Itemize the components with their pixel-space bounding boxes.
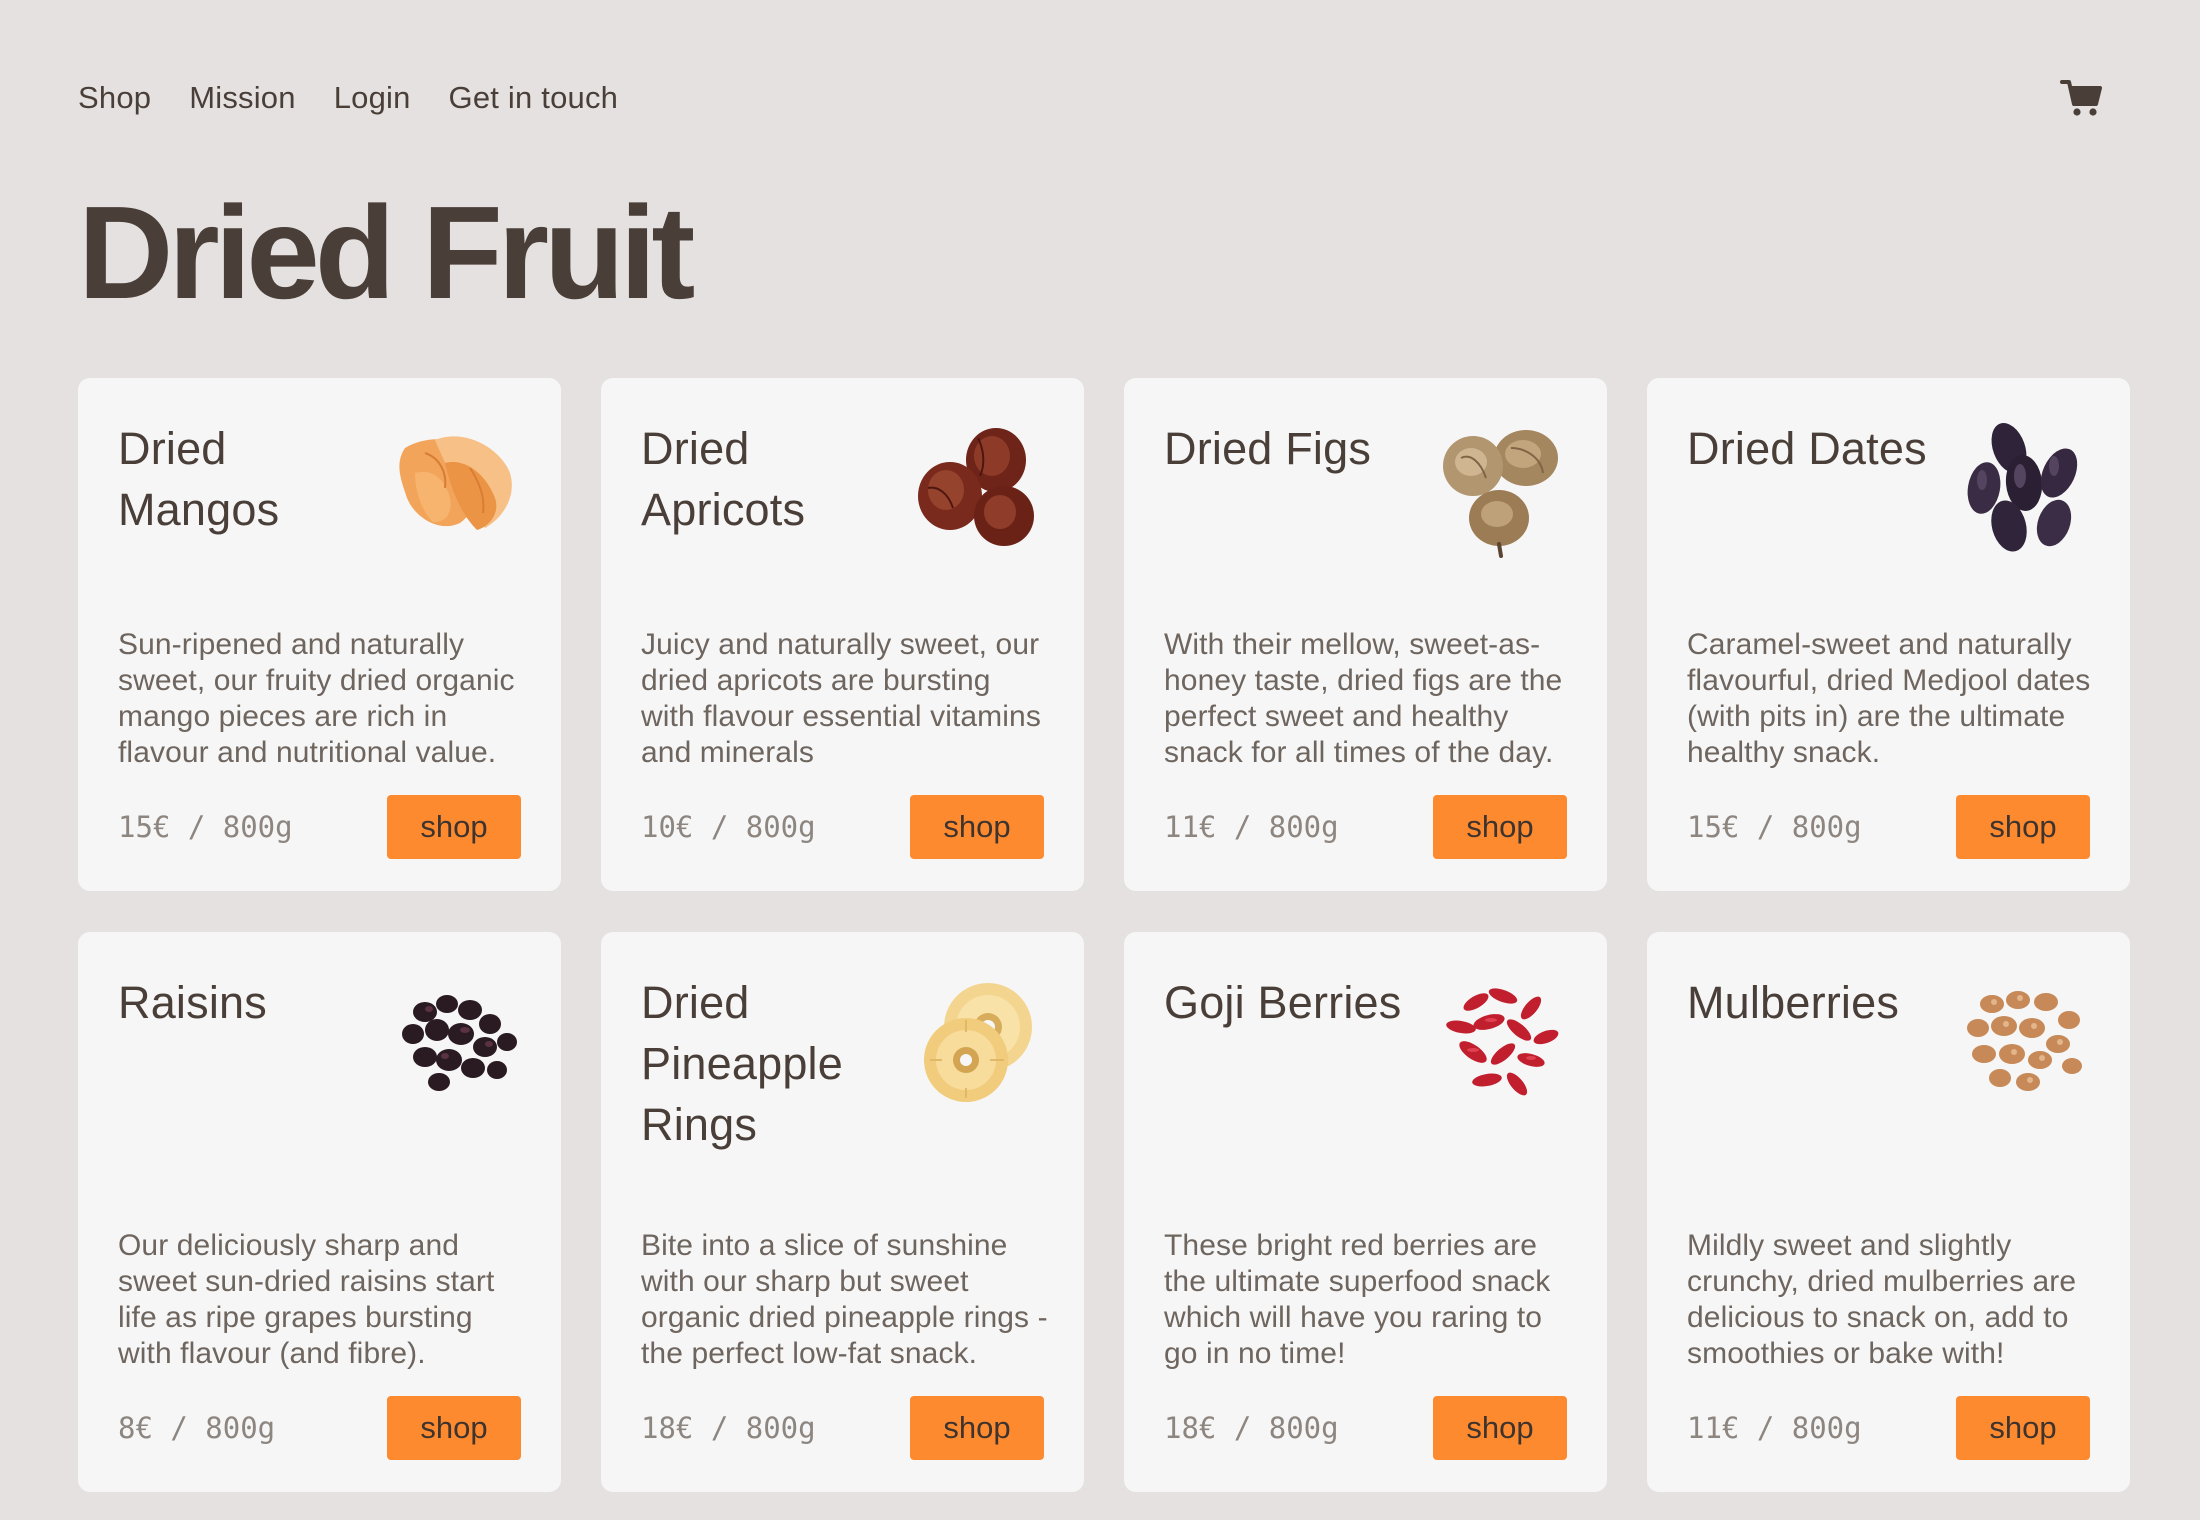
product-description: Juicy and naturally sweet, our dried apr…	[641, 628, 1041, 769]
shop-button[interactable]: shop	[1956, 795, 2090, 859]
card-header: Raisins	[118, 972, 521, 1132]
shop-button[interactable]: shop	[910, 1396, 1044, 1460]
product-title: Dried Pineapple Rings	[641, 977, 843, 1150]
product-title: Dried Mangos	[118, 423, 280, 535]
main-nav: Shop Mission Login Get in touch	[78, 80, 618, 116]
product-card-dried-figs: Dried Figs With their mellow, sweet-as-h…	[1124, 378, 1607, 891]
card-footer: 11€ / 800g shop	[1687, 1396, 2090, 1460]
shop-button[interactable]: shop	[387, 795, 521, 859]
product-title: Dried Dates	[1687, 423, 1927, 474]
dried-mango-image	[399, 436, 512, 530]
product-title: Goji Berries	[1164, 977, 1402, 1028]
card-footer: 11€ / 800g shop	[1164, 795, 1567, 859]
product-price: 15€ / 800g	[1687, 810, 1862, 844]
product-description: With their mellow, sweet-as-honey taste,…	[1164, 628, 1563, 769]
nav-shop-link[interactable]: Shop	[78, 80, 151, 116]
product-card-dried-pineapple-rings: Dried Pineapple Rings Bite into a slice …	[601, 932, 1084, 1492]
card-header: Goji Berries	[1164, 972, 1567, 1132]
card-footer: 8€ / 800g shop	[118, 1396, 521, 1460]
product-title: Dried Apricots	[641, 423, 806, 535]
raisin-image	[402, 995, 517, 1091]
shopping-cart-icon[interactable]	[2054, 70, 2110, 126]
dried-apricot-image	[918, 428, 1034, 546]
product-card-dried-dates: Dried Dates Caramel-sweet and naturally …	[1647, 378, 2130, 891]
nav-login-link[interactable]: Login	[334, 80, 411, 116]
card-footer: 18€ / 800g shop	[641, 1396, 1044, 1460]
card-footer: 15€ / 800g shop	[118, 795, 521, 859]
product-description: Caramel-sweet and naturally flavourful, …	[1687, 628, 2091, 769]
product-price: 11€ / 800g	[1687, 1411, 1862, 1445]
card-header: Dried Mangos	[118, 418, 521, 578]
product-description: Our deliciously sharp and sweet sun-drie…	[118, 1229, 495, 1370]
product-card-mulberries: Mulberries Mildly sweet and slightly cru…	[1647, 932, 2130, 1492]
product-card-dried-mangos: Dried Mangos Sun-ripened and naturally s…	[78, 378, 561, 891]
product-description: These bright red berries are the ultimat…	[1164, 1229, 1551, 1370]
product-price: 10€ / 800g	[641, 810, 816, 844]
product-description: Bite into a slice of sunshine with our s…	[641, 1229, 1048, 1370]
product-price: 18€ / 800g	[641, 1411, 816, 1445]
page-title: Dried Fruit	[78, 179, 695, 326]
nav-get-in-touch-link[interactable]: Get in touch	[449, 80, 619, 116]
shop-button[interactable]: shop	[1433, 795, 1567, 859]
card-header: Dried Figs	[1164, 418, 1567, 578]
product-card-goji-berries: Goji Berries These bright red berries ar…	[1124, 932, 1607, 1492]
shop-button[interactable]: shop	[1433, 1396, 1567, 1460]
card-footer: 10€ / 800g shop	[641, 795, 1044, 859]
dried-date-image	[1967, 422, 2078, 552]
product-title: Raisins	[118, 977, 267, 1028]
product-card-raisins: Raisins Our deliciously sharp and sweet …	[78, 932, 561, 1492]
shop-button[interactable]: shop	[910, 795, 1044, 859]
shop-button[interactable]: shop	[1956, 1396, 2090, 1460]
product-title: Dried Figs	[1164, 423, 1372, 474]
card-header: Dried Apricots	[641, 418, 1044, 578]
product-price: 11€ / 800g	[1164, 810, 1339, 844]
product-price: 15€ / 800g	[118, 810, 293, 844]
product-title: Mulberries	[1687, 977, 1900, 1028]
product-price: 18€ / 800g	[1164, 1411, 1339, 1445]
goji-berry-image	[1446, 988, 1559, 1096]
product-description: Sun-ripened and naturally sweet, our fru…	[118, 628, 515, 769]
card-footer: 15€ / 800g shop	[1687, 795, 2090, 859]
dried-fig-image	[1443, 430, 1558, 558]
nav-mission-link[interactable]: Mission	[189, 80, 295, 116]
card-header: Mulberries	[1687, 972, 2090, 1132]
product-description: Mildly sweet and slightly crunchy, dried…	[1687, 1229, 2077, 1370]
top-navigation: Shop Mission Login Get in touch	[78, 70, 2122, 126]
page: Shop Mission Login Get in touch Dried Fr…	[0, 0, 2200, 1520]
dried-pineapple-image	[924, 983, 1032, 1102]
product-price: 8€ / 800g	[118, 1411, 276, 1445]
product-card-dried-apricots: Dried Apricots Juicy and naturally sweet…	[601, 378, 1084, 891]
mulberry-image	[1967, 991, 2082, 1091]
card-footer: 18€ / 800g shop	[1164, 1396, 1567, 1460]
card-header: Dried Pineapple Rings	[641, 972, 1044, 1155]
product-grid: Dried Mangos Sun-ripened and naturally s…	[78, 378, 2130, 1492]
shop-button[interactable]: shop	[387, 1396, 521, 1460]
card-header: Dried Dates	[1687, 418, 2090, 578]
